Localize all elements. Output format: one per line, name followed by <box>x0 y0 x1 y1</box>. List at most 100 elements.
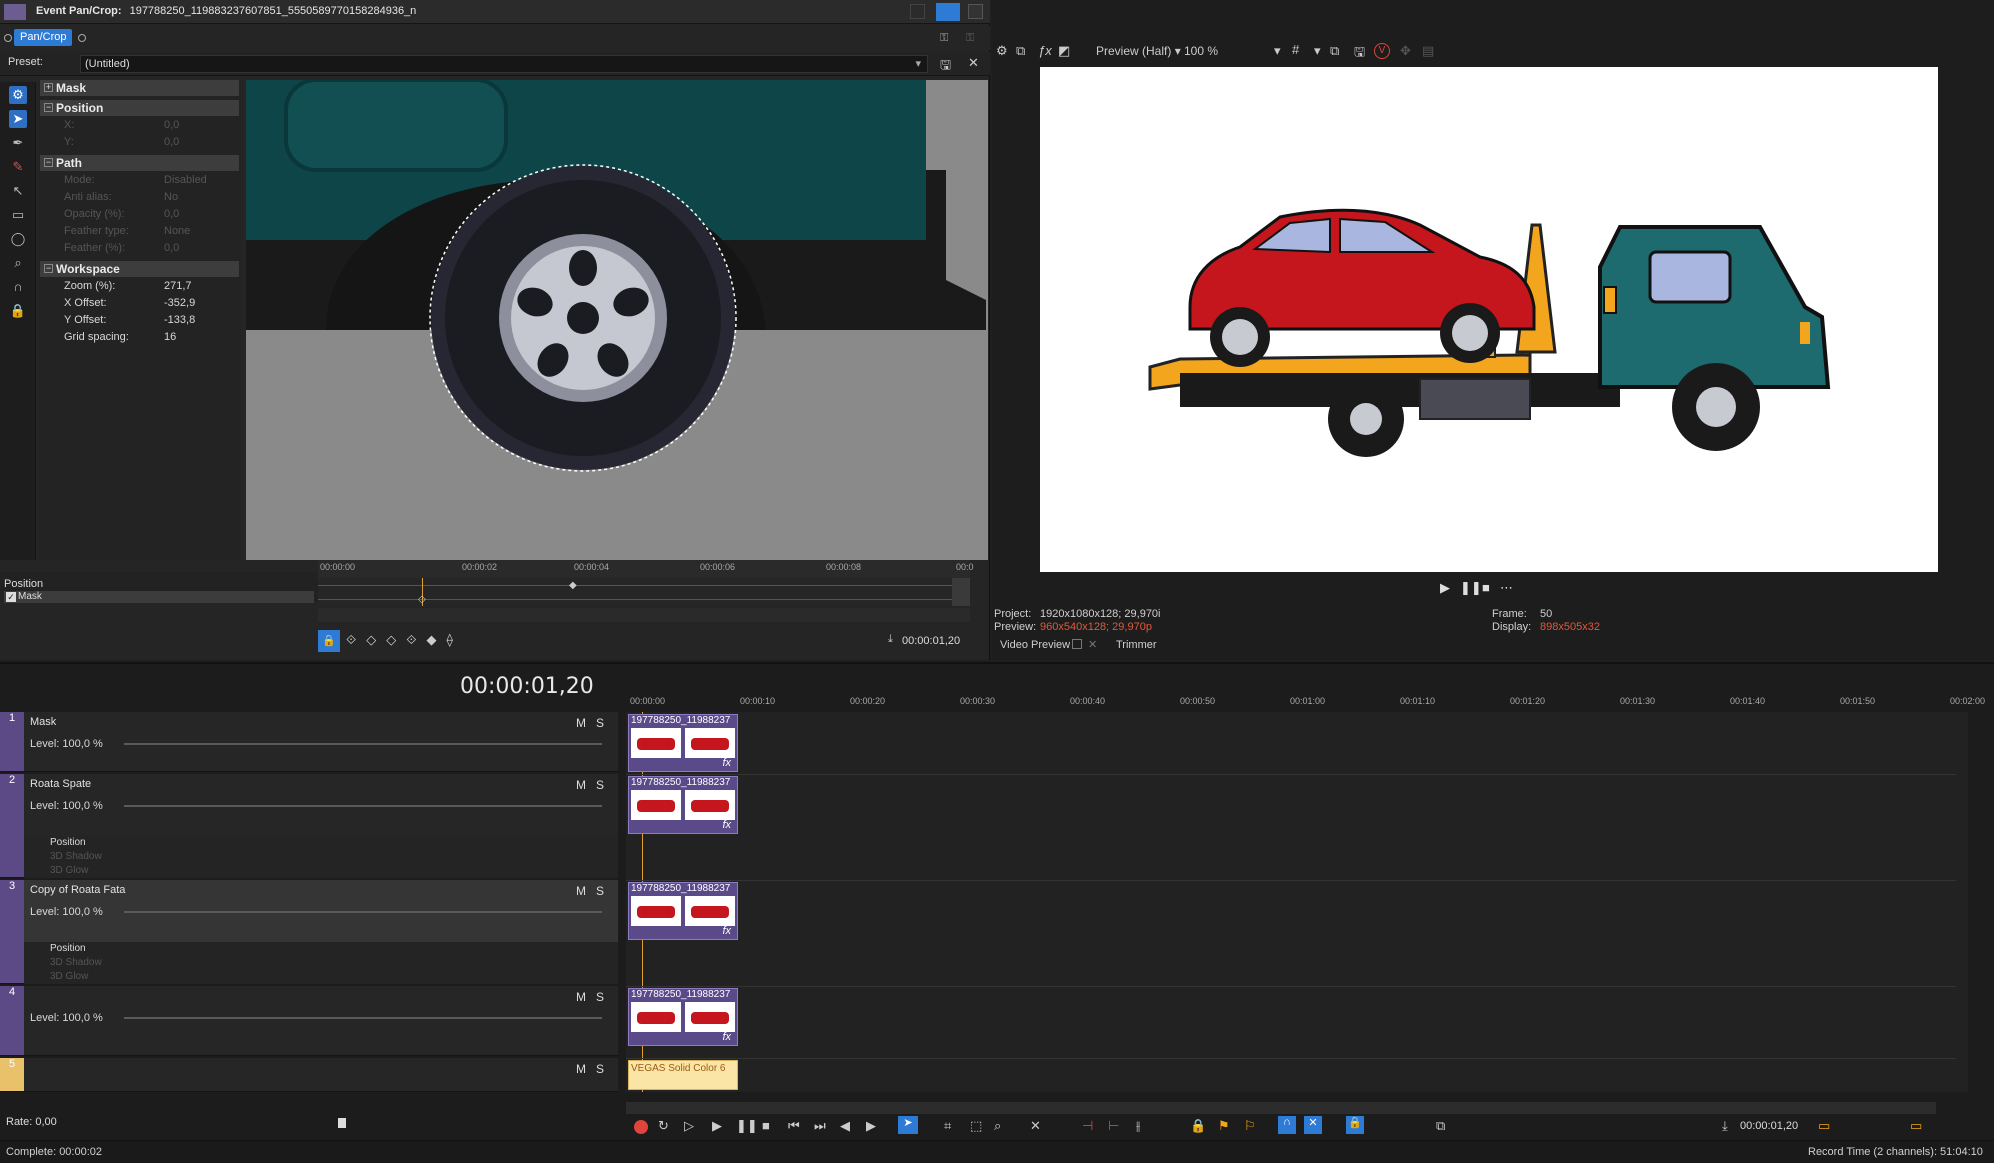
envelope-row[interactable]: 3D Glow <box>24 864 618 878</box>
keyframe-diamond-icon[interactable]: ◆ <box>569 580 577 591</box>
loop-icon[interactable]: ↻ <box>658 1118 669 1134</box>
group-mask[interactable]: + Mask <box>40 80 239 96</box>
mute-button[interactable]: M <box>576 1062 586 1076</box>
prop-row[interactable]: Y: 0,0 <box>40 134 239 151</box>
window-pin-icon[interactable] <box>936 3 960 21</box>
keyframe-ruler[interactable]: 00:00:00 00:00:02 00:00:04 00:00:06 00:0… <box>318 560 974 578</box>
ripple-icon[interactable]: 🔒 <box>1346 1116 1364 1134</box>
pause-icon[interactable]: ❚❚ <box>1460 580 1482 596</box>
tab-trimmer[interactable]: Trimmer <box>1116 639 1157 651</box>
solo-button[interactable]: S <box>596 778 604 792</box>
tab-video-preview[interactable]: Video Preview <box>1000 639 1070 651</box>
prev-frame-icon[interactable]: ◀ <box>840 1118 850 1134</box>
event-fx-icon[interactable]: fx <box>722 757 731 769</box>
keyframe-row-position[interactable]: Position <box>4 578 43 590</box>
split-screen-icon[interactable]: ◩ <box>1058 43 1070 59</box>
folder-icon[interactable]: ▭ <box>1910 1118 1922 1134</box>
play-icon[interactable]: ▶ <box>712 1118 722 1134</box>
play-from-start-icon[interactable]: ▷ <box>684 1118 694 1134</box>
lock-aspect-icon[interactable]: 🔒 <box>9 302 27 320</box>
envelope-row[interactable]: Position <box>24 942 618 956</box>
copy-snapshot-icon[interactable]: ⧉ <box>1330 43 1339 59</box>
video-fx-icon[interactable]: ƒx <box>1038 43 1052 58</box>
delete-icon[interactable]: ✕ <box>1030 1118 1041 1134</box>
envelope-row[interactable]: Position <box>24 836 618 850</box>
chevron-down-icon[interactable]: ▾ <box>1274 43 1281 59</box>
selection-tool-icon[interactable]: ⬚ <box>970 1118 982 1134</box>
prop-row[interactable]: Zoom (%): 271,7 <box>40 278 239 295</box>
dock-handle-icon[interactable] <box>4 34 12 42</box>
event-fx-icon[interactable]: fx <box>722 819 731 831</box>
fx-lock-icon[interactable]: ⚿ <box>940 32 952 44</box>
envelope-row[interactable]: 3D Glow <box>24 970 618 984</box>
video-event[interactable]: 197788250_11988237 fx <box>628 988 738 1046</box>
anchor-tool-icon[interactable]: ↖ <box>9 182 27 200</box>
marker-icon[interactable]: ⚑ <box>1218 1118 1230 1134</box>
vegas-icon[interactable]: V <box>1374 43 1390 59</box>
timeline-ruler[interactable]: 00:00:00 00:00:10 00:00:20 00:00:30 00:0… <box>626 694 1985 710</box>
preview-canvas[interactable] <box>1040 67 1938 572</box>
level-slider[interactable] <box>124 911 602 913</box>
track-header[interactable]: 3 Copy of Roata Fata Level: 100,0 % M S … <box>0 880 618 984</box>
keyframe-scrollbar[interactable] <box>318 608 970 622</box>
snap-icon[interactable]: ∩ <box>9 278 27 296</box>
event-fx-icon[interactable]: fx <box>722 925 731 937</box>
group-icon[interactable]: ⧉ <box>1436 1118 1445 1134</box>
window-close-icon[interactable] <box>968 4 983 19</box>
prop-row[interactable]: Opacity (%): 0,0 <box>40 206 239 223</box>
group-path[interactable]: − Path <box>40 155 239 171</box>
envelope-tool-icon[interactable]: ⌗ <box>944 1118 951 1134</box>
stop-icon[interactable]: ■ <box>1482 580 1490 595</box>
auto-crossfade-icon[interactable]: ✕ <box>1304 1116 1322 1134</box>
keyframe-diamond-icon[interactable]: ◇ <box>418 594 426 605</box>
prop-row[interactable]: Feather type: None <box>40 223 239 240</box>
prop-row[interactable]: X Offset: -352,9 <box>40 295 239 312</box>
timeline-event-area[interactable]: 197788250_11988237 fx 197788250_11988237… <box>626 712 1968 1092</box>
normal-edit-tool-icon[interactable]: ➤ <box>9 110 27 128</box>
mute-button[interactable]: M <box>576 778 586 792</box>
zoom-dropdown[interactable]: 100 % <box>1184 44 1218 58</box>
video-event[interactable]: 197788250_11988237 fx <box>628 882 738 940</box>
mute-button[interactable]: M <box>576 884 586 898</box>
zoom-tool-icon[interactable]: ⌕ <box>9 254 27 272</box>
solid-color-event[interactable]: VEGAS Solid Color 6 <box>628 1060 738 1090</box>
pause-icon[interactable]: ❚❚ <box>736 1118 758 1134</box>
save-preset-icon[interactable]: 🖫 <box>940 56 954 72</box>
timeline-scrollbar[interactable] <box>626 1102 1936 1114</box>
grid-icon[interactable]: # <box>1292 42 1299 57</box>
gear-icon[interactable]: ⚙ <box>9 86 27 104</box>
preset-dropdown[interactable]: (Untitled) ▾ <box>80 55 928 73</box>
play-icon[interactable]: ▶ <box>1440 580 1450 596</box>
group-position[interactable]: − Position <box>40 100 239 116</box>
ellipse-tool-icon[interactable]: ◯ <box>9 230 27 248</box>
delete-preset-icon[interactable]: ✕ <box>968 55 982 70</box>
solo-button[interactable]: S <box>596 716 604 730</box>
trim-end-icon[interactable]: ⊢ <box>1108 1118 1119 1134</box>
more-icon[interactable]: ⋯ <box>1500 580 1513 596</box>
trim-start-icon[interactable]: ⊣ <box>1082 1118 1093 1134</box>
video-event[interactable]: 197788250_11988237 fx <box>628 714 738 772</box>
record-button[interactable] <box>634 1120 648 1134</box>
pan-crop-workspace[interactable] <box>246 80 988 560</box>
region-icon[interactable]: ⚐ <box>1244 1118 1256 1134</box>
overlay-dropdown-icon[interactable]: ▾ <box>1314 43 1321 59</box>
track-header[interactable]: 5 M S <box>0 1058 618 1092</box>
snapping-icon[interactable]: ∩ <box>1278 1116 1296 1134</box>
go-to-end-icon[interactable]: ⏭ <box>814 1118 826 1134</box>
dock-handle-icon[interactable] <box>78 34 86 42</box>
rectangle-tool-icon[interactable]: ▭ <box>9 206 27 224</box>
prop-row[interactable]: Y Offset: -133,8 <box>40 312 239 329</box>
lock-icon[interactable]: 🔒 <box>1190 1118 1206 1134</box>
level-slider[interactable] <box>124 743 602 745</box>
save-snapshot-icon[interactable]: 🖫 <box>1354 43 1365 65</box>
prop-row[interactable]: Mode: Disabled <box>40 172 239 189</box>
edit-tool-icon[interactable]: ➤ <box>898 1116 918 1134</box>
zoom-tool-icon[interactable]: ⌕ <box>994 1118 1001 1134</box>
keyframe-track-area[interactable]: ◆ ◇ <box>318 578 970 606</box>
tab-close-icon[interactable] <box>1072 639 1082 649</box>
lock-icon[interactable]: ⚿ <box>966 32 978 44</box>
rate-slider-thumb[interactable] <box>338 1118 346 1128</box>
split-icon[interactable]: ⫲ <box>1136 1118 1140 1134</box>
video-event[interactable]: 197788250_11988237 fx <box>628 776 738 834</box>
next-frame-icon[interactable]: ▶ <box>866 1118 876 1134</box>
